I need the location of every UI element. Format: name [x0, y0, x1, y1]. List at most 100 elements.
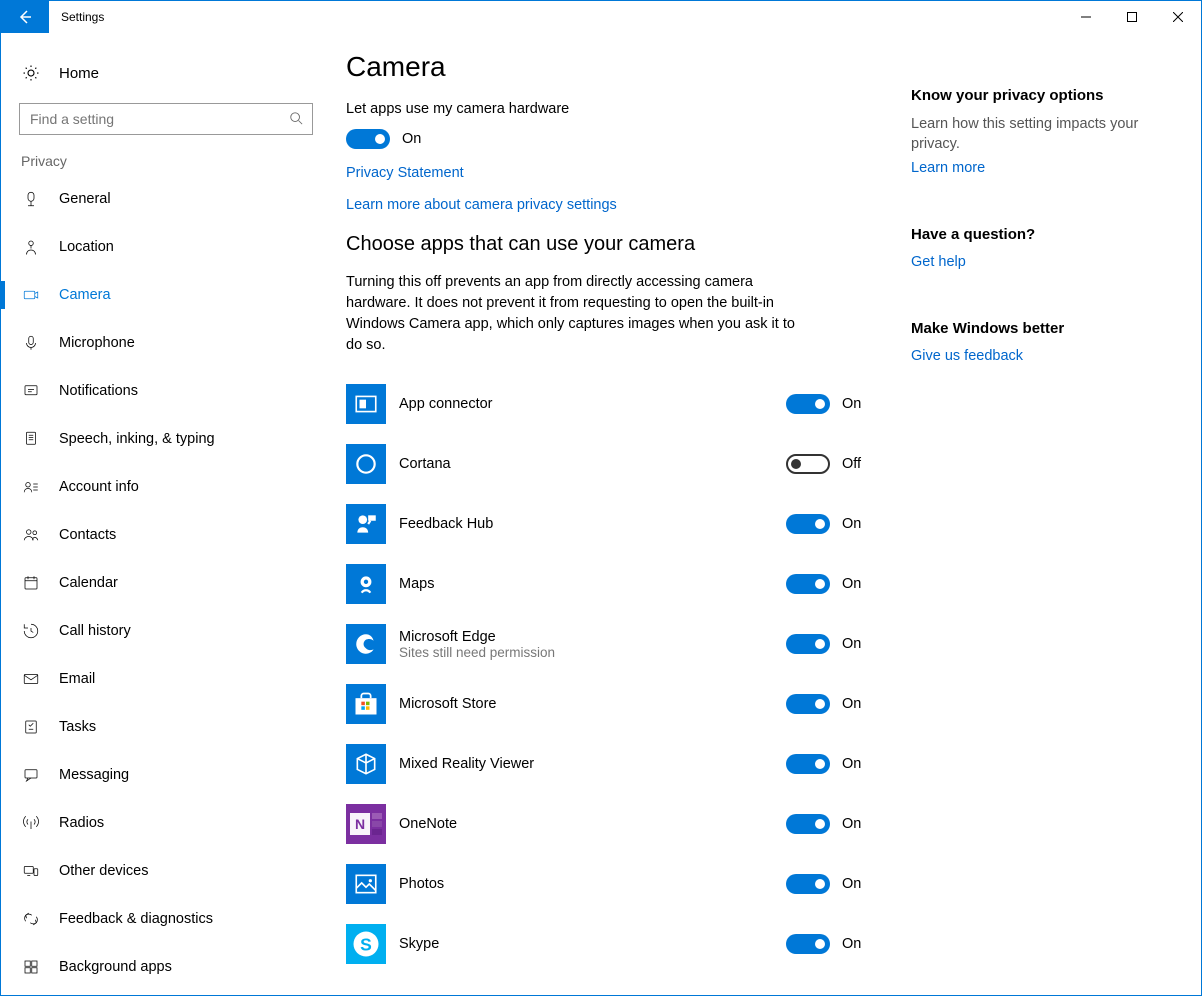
aside-learn-more-link[interactable]: Learn more	[911, 160, 985, 176]
search-input[interactable]	[19, 103, 313, 135]
app-name-label: Feedback Hub	[399, 516, 786, 532]
sidebar: Home Privacy GeneralLocationCamera Microp…	[1, 33, 331, 995]
sidebar-item-background[interactable]: Background apps	[1, 943, 331, 991]
sidebar-item-location[interactable]: Location	[1, 223, 331, 271]
sidebar-item-label: Background apps	[59, 959, 172, 975]
radios-icon	[21, 813, 41, 833]
app-toggle-state: On	[842, 636, 861, 652]
app-icon	[346, 684, 386, 724]
sidebar-item-notifications[interactable]: Notifications	[1, 367, 331, 415]
app-row: SSkypeOn	[346, 914, 881, 974]
aside-panel: Know your privacy options Learn how this…	[911, 51, 1161, 995]
sidebar-item-label: Calendar	[59, 575, 118, 591]
accountinfo-icon	[21, 477, 41, 497]
sidebar-item-camera[interactable]: Camera	[1, 271, 331, 319]
microphone-icon	[21, 333, 41, 353]
app-row: Microsoft Store On	[346, 674, 881, 734]
home-button[interactable]: Home	[1, 59, 331, 87]
gear-icon	[21, 63, 41, 83]
app-toggle[interactable]	[786, 694, 830, 714]
sidebar-item-general[interactable]: General	[1, 175, 331, 223]
app-name-label: Microsoft Edge	[399, 629, 786, 645]
sidebar-item-contacts[interactable]: Contacts	[1, 511, 331, 559]
app-toggle-state: On	[842, 516, 861, 532]
sidebar-item-label: Radios	[59, 815, 104, 831]
main-content: Camera Let apps use my camera hardware O…	[331, 51, 911, 995]
app-row: NOneNoteOn	[346, 794, 881, 854]
app-name-label: Microsoft Store	[399, 696, 786, 712]
app-toggle[interactable]	[786, 574, 830, 594]
app-icon	[346, 444, 386, 484]
sidebar-item-label: Call history	[59, 623, 131, 639]
sidebar-item-calendar[interactable]: Calendar	[1, 559, 331, 607]
callhistory-icon	[21, 621, 41, 641]
sidebar-item-callhistory[interactable]: Call history	[1, 607, 331, 655]
app-name-label: App connector	[399, 396, 786, 412]
app-name-label: Skype	[399, 936, 786, 952]
app-icon	[346, 624, 386, 664]
sidebar-item-label: Other devices	[59, 863, 148, 879]
minimize-button[interactable]	[1063, 1, 1109, 33]
location-icon	[21, 237, 41, 257]
app-toggle[interactable]	[786, 514, 830, 534]
aside-privacy-body: Learn how this setting impacts your priv…	[911, 114, 1141, 155]
maximize-button[interactable]	[1109, 1, 1155, 33]
app-row: MapsOn	[346, 554, 881, 614]
sidebar-item-messaging[interactable]: Messaging	[1, 751, 331, 799]
sidebar-item-radios[interactable]: Radios	[1, 799, 331, 847]
speech-icon	[21, 429, 41, 449]
app-row: Photos On	[346, 854, 881, 914]
app-row: App connector On	[346, 374, 881, 434]
master-toggle-label: Let apps use my camera hardware	[346, 101, 881, 117]
section-label: Privacy	[1, 153, 331, 175]
app-row: CortanaOff	[346, 434, 881, 494]
sidebar-item-feedback[interactable]: Feedback & diagnostics	[1, 895, 331, 943]
sidebar-item-label: Speech, inking, & typing	[59, 431, 215, 447]
app-icon	[346, 504, 386, 544]
aside-question-title: Have a question?	[911, 226, 1141, 243]
app-toggle[interactable]	[786, 394, 830, 414]
camera-icon	[21, 285, 41, 305]
general-icon	[21, 189, 41, 209]
app-name-label: Photos	[399, 876, 786, 892]
back-button[interactable]	[1, 1, 49, 33]
tasks-icon	[21, 717, 41, 737]
sidebar-item-label: Feedback & diagnostics	[59, 911, 213, 927]
app-toggle-state: On	[842, 876, 861, 892]
aside-get-help-link[interactable]: Get help	[911, 254, 966, 270]
sidebar-item-speech[interactable]: Speech, inking, & typing	[1, 415, 331, 463]
window-title: Settings	[49, 1, 1063, 33]
aside-give-feedback-link[interactable]: Give us feedback	[911, 348, 1023, 364]
master-toggle[interactable]	[346, 129, 390, 149]
email-icon	[21, 669, 41, 689]
background-icon	[21, 957, 41, 977]
sidebar-item-accountinfo[interactable]: Account info	[1, 463, 331, 511]
learn-more-camera-link[interactable]: Learn more about camera privacy settings	[346, 197, 881, 213]
app-toggle[interactable]	[786, 454, 830, 474]
app-toggle-state: Off	[842, 456, 861, 472]
close-button[interactable]	[1155, 1, 1201, 33]
app-toggle-state: On	[842, 696, 861, 712]
choose-apps-description: Turning this off prevents an app from di…	[346, 272, 806, 356]
sidebar-item-label: Microphone	[59, 335, 135, 351]
sidebar-item-tasks[interactable]: Tasks	[1, 703, 331, 751]
master-toggle-state: On	[402, 131, 421, 147]
app-toggle[interactable]	[786, 934, 830, 954]
sidebar-item-microphone[interactable]: Microphone	[1, 319, 331, 367]
sidebar-item-otherdevices[interactable]: Other devices	[1, 847, 331, 895]
app-toggle[interactable]	[786, 634, 830, 654]
sidebar-item-email[interactable]: Email	[1, 655, 331, 703]
sidebar-item-label: Account info	[59, 479, 139, 495]
app-row: Mixed Reality Viewer On	[346, 734, 881, 794]
privacy-statement-link[interactable]: Privacy Statement	[346, 165, 881, 181]
app-name-label: Mixed Reality Viewer	[399, 756, 786, 772]
search-icon	[289, 111, 303, 130]
app-toggle-state: On	[842, 756, 861, 772]
app-toggle[interactable]	[786, 754, 830, 774]
app-icon: N	[346, 804, 386, 844]
app-toggle-state: On	[842, 576, 861, 592]
app-toggle[interactable]	[786, 814, 830, 834]
app-toggle[interactable]	[786, 874, 830, 894]
contacts-icon	[21, 525, 41, 545]
app-toggle-state: On	[842, 396, 861, 412]
